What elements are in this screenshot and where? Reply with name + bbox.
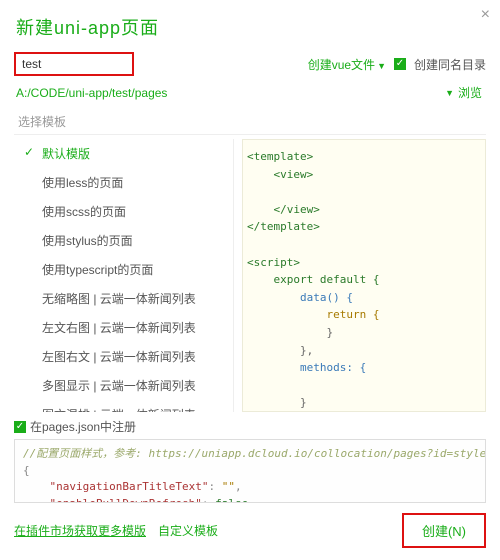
template-item[interactable]: 使用stylus的页面 [14,226,233,255]
same-dir-checkbox[interactable]: ✓ [394,58,406,70]
pages-json-preview: //配置页面样式，参考: https://uniapp.dcloud.io/co… [14,439,486,503]
path-chevron-down-icon[interactable]: ▼ [445,88,454,98]
chevron-down-icon: ▼ [377,61,386,71]
create-vue-label: 创建vue文件 [308,58,375,72]
path-bar: A:/CODE/uni-app/test/pages ▼ 浏览 [16,82,486,103]
middle-panel: 默认模版使用less的页面使用scss的页面使用stylus的页面使用types… [14,134,486,412]
new-page-dialog: × 新建uni-app页面 创建vue文件▼ ✓ 创建同名目录 A:/CODE/… [0,0,500,554]
template-item[interactable]: 左文右图 | 云端一体新闻列表 [14,313,233,342]
template-section-label: 选择模板 [18,113,486,130]
code-preview: <template> <view> </view> </template> <s… [242,139,486,412]
register-checkbox[interactable]: ✓ [14,421,26,433]
dialog-title: 新建uni-app页面 [16,14,486,40]
template-item[interactable]: 使用typescript的页面 [14,255,233,284]
template-item[interactable]: 左图右文 | 云端一体新闻列表 [14,342,233,371]
register-row: ✓ 在pages.json中注册 [14,418,486,435]
close-icon[interactable]: × [481,6,490,24]
create-button[interactable]: 创建(N) [402,513,486,548]
template-item[interactable]: 默认模版 [14,139,233,168]
footer: 在插件市场获取更多模版 自定义模板 创建(N) [14,513,486,548]
browse-button[interactable]: 浏览 [454,82,486,103]
template-item[interactable]: 多图显示 | 云端一体新闻列表 [14,371,233,400]
page-name-input[interactable] [14,52,134,76]
register-label: 在pages.json中注册 [30,418,136,435]
path-text: A:/CODE/uni-app/test/pages [16,86,443,100]
template-item[interactable]: 使用less的页面 [14,168,233,197]
market-link[interactable]: 在插件市场获取更多模版 [14,522,146,539]
create-vue-dropdown[interactable]: 创建vue文件▼ [308,56,386,73]
template-list[interactable]: 默认模版使用less的页面使用scss的页面使用stylus的页面使用types… [14,139,234,412]
same-dir-label: 创建同名目录 [414,56,486,73]
template-item[interactable]: 无缩略图 | 云端一体新闻列表 [14,284,233,313]
template-item[interactable]: 图文混排 | 云端一体新闻列表 [14,400,233,412]
template-item[interactable]: 使用scss的页面 [14,197,233,226]
top-bar: 创建vue文件▼ ✓ 创建同名目录 [14,52,486,76]
custom-template-link[interactable]: 自定义模板 [158,522,218,539]
